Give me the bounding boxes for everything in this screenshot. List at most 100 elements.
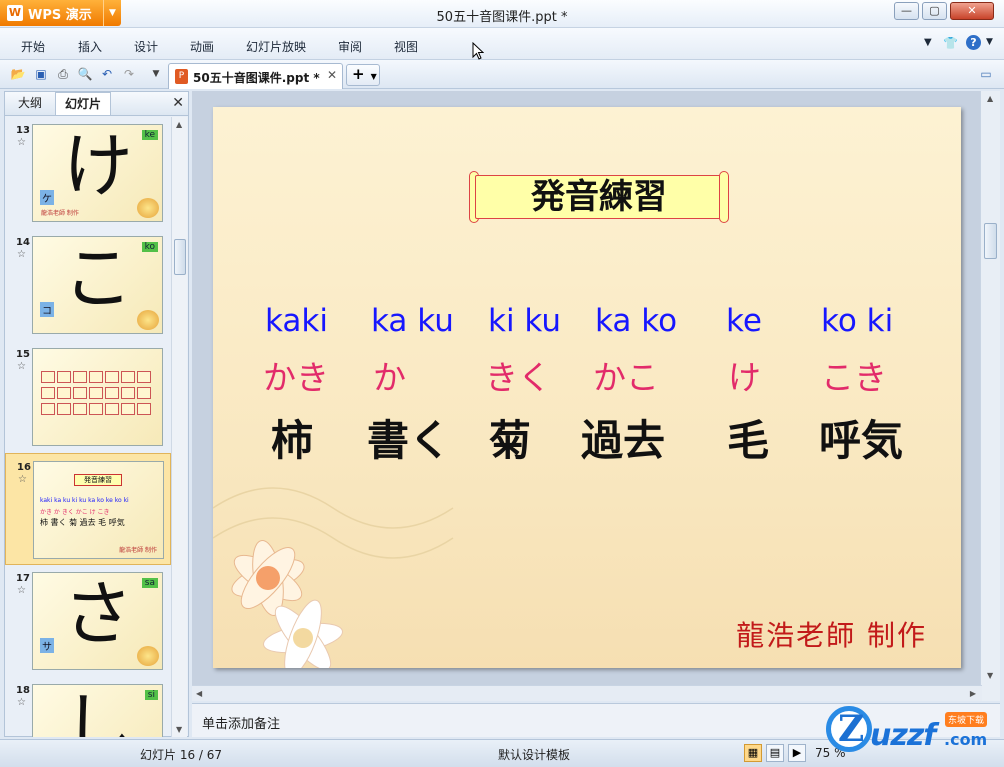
menu-bar: 开始 插入 设计 动画 幻灯片放映 审阅 视图 ▼ 👕 ? ▼ — [0, 28, 1004, 60]
normal-view-icon[interactable]: ▦ — [744, 744, 762, 762]
thumbnail-image: さ sa サ — [32, 572, 163, 670]
hiragana-cell: こき — [821, 358, 887, 397]
skin-icon[interactable]: 👕 — [943, 36, 958, 50]
kanji-cell: 菊 — [489, 416, 532, 465]
close-tab-icon[interactable]: ✕ — [327, 68, 337, 82]
document-tab-label: 50五十音图课件.ppt * — [193, 71, 320, 85]
chevron-down-icon[interactable]: ▼ — [371, 72, 377, 81]
slide-number: 15 — [16, 349, 30, 360]
print-preview-icon[interactable]: 🔍 — [77, 66, 93, 82]
thumbnail-image — [32, 348, 163, 446]
thumbnail-list: 13 ☆ け ke ケ 龍浩老師 制作 14 ☆ こ ko コ 15 ☆ 16 … — [5, 117, 171, 737]
chevron-down-icon[interactable]: ▼ — [924, 37, 932, 48]
chevron-down-icon[interactable]: ▼ — [986, 37, 993, 47]
thumbnail-slide-17[interactable]: 17 ☆ さ sa サ — [5, 565, 171, 677]
slides-panel: 大纲 幻灯片 ✕ 13 ☆ け ke ケ 龍浩老師 制作 14 ☆ こ ko コ — [4, 91, 189, 737]
thumbnail-hiragana-line: かき か きく かこ け こき — [40, 509, 110, 516]
new-tab-button[interactable]: + ▼ — [346, 64, 380, 86]
kanji-cell: 書く — [367, 416, 452, 465]
thumbnail-romaji: sa — [141, 578, 158, 588]
window-title: 50五十音图课件.ppt * — [436, 10, 568, 25]
slide-number: 13 — [16, 125, 30, 136]
tab-outline[interactable]: 大纲 — [9, 92, 51, 115]
hiragana-cell: かこ — [593, 358, 659, 397]
romaji-cell: kaki — [265, 303, 328, 339]
customize-toolbar-icon[interactable]: ▼ — [148, 66, 164, 82]
thumbnail-romaji: si — [144, 690, 158, 700]
quick-access-toolbar: 📂 ▣ ⎙ 🔍 ↶ ↷ ▼ ▭ — [0, 60, 1004, 89]
slide-counter: 幻灯片 16 / 67 — [140, 748, 223, 762]
help-icon[interactable]: ? — [966, 35, 981, 50]
save-icon[interactable]: ▣ — [33, 66, 49, 82]
vertical-scrollbar[interactable]: ▲ ▼ — [980, 91, 1000, 701]
thumbnail-slide-13[interactable]: 13 ☆ け ke ケ 龍浩老師 制作 — [5, 117, 171, 229]
slideshow-icon[interactable]: ▶ — [788, 744, 806, 762]
thumbnail-slide-14[interactable]: 14 ☆ こ ko コ — [5, 229, 171, 341]
menu-design[interactable]: 设计 — [134, 38, 158, 55]
horizontal-scrollbar[interactable]: ◀ ▶ — [192, 685, 982, 701]
redo-icon[interactable]: ↷ — [121, 66, 137, 82]
thumbnail-signature: 龍浩老師 制作 — [119, 547, 157, 554]
thumbnail-kana: し — [63, 685, 133, 737]
thumbnail-kana: さ — [63, 573, 133, 655]
menu-animation[interactable]: 动画 — [190, 38, 214, 55]
scroll-left-icon[interactable]: ◀ — [196, 689, 202, 698]
menu-home[interactable]: 开始 — [21, 38, 45, 55]
slide-editor: 発音練習 kaki ka ku ki ku ka ko ke ko ki かき … — [192, 91, 1000, 701]
title-scroll-banner[interactable]: 発音練習 — [469, 171, 729, 223]
scroll-up-icon[interactable]: ▲ — [176, 120, 182, 129]
watermark-suffix: .com — [944, 730, 988, 749]
chrysanthemum-decoration — [213, 487, 454, 668]
print-icon[interactable]: ⎙ — [55, 66, 71, 82]
scrollbar-thumb[interactable] — [984, 223, 997, 259]
document-tab[interactable]: P 50五十音图课件.ppt * ✕ — [168, 63, 343, 89]
logo-letter: Z — [838, 708, 865, 750]
thumbnail-title: 発音練習 — [74, 474, 122, 486]
scroll-down-icon[interactable]: ▼ — [176, 725, 182, 734]
romaji-cell: ke — [726, 303, 762, 339]
thumbnail-scrollbar[interactable]: ▲ ▼ — [171, 117, 187, 737]
undo-icon[interactable]: ↶ — [99, 66, 115, 82]
thumbnail-image: こ ko コ — [32, 236, 163, 334]
thumbnail-slide-18[interactable]: 18 ☆ し si — [5, 677, 171, 737]
kanji-cell: 毛 — [727, 416, 770, 465]
thumbnail-kanji-line: 柿 書く 菊 過去 毛 呼気 — [40, 518, 125, 527]
romaji-cell: ka ko — [595, 303, 678, 339]
slide-number: 18 — [16, 685, 30, 696]
scroll-up-icon[interactable]: ▲ — [987, 94, 993, 103]
current-slide[interactable]: 発音練習 kaki ka ku ki ku ka ko ke ko ki かき … — [213, 107, 961, 668]
scroll-right-icon[interactable]: ▶ — [970, 689, 976, 698]
transition-star-icon: ☆ — [17, 361, 26, 372]
menu-view[interactable]: 视图 — [394, 38, 418, 55]
menu-review[interactable]: 审阅 — [338, 38, 362, 55]
panel-tabs: 大纲 幻灯片 ✕ — [5, 92, 188, 116]
thumbnail-romaji: ko — [141, 242, 158, 252]
hiragana-cell: きく — [485, 358, 551, 397]
slide-title: 発音練習 — [531, 177, 667, 217]
scroll-down-icon[interactable]: ▼ — [987, 671, 993, 680]
menu-slideshow[interactable]: 幻灯片放映 — [246, 38, 306, 55]
hiragana-cell: け — [728, 358, 761, 397]
hiragana-row: かき か きく かこ け こき — [263, 351, 943, 397]
minimize-button[interactable]: — — [894, 2, 919, 20]
uzzf-watermark-logo: Z uzzf 东坡下载 .com — [820, 700, 1000, 760]
menu-insert[interactable]: 插入 — [78, 38, 102, 55]
thumbnail-slide-15[interactable]: 15 ☆ — [5, 341, 171, 453]
flower-decoration — [137, 646, 159, 666]
tab-slides[interactable]: 幻灯片 — [55, 92, 112, 115]
close-icon[interactable]: ✕ — [172, 95, 184, 111]
thumbnail-slide-16[interactable]: 16 ☆ 発音練習 kaki ka ku ki ku ka ko ke ko k… — [5, 453, 171, 565]
kanji-row: 柿 書く 菊 過去 毛 呼気 — [263, 407, 943, 465]
thumbnail-katakana: ケ — [40, 190, 54, 205]
restore-panel-icon[interactable]: ▭ — [978, 66, 994, 82]
thumbnail-image: し si — [32, 684, 163, 737]
kana-grid — [41, 371, 154, 415]
slide-sorter-icon[interactable]: ▤ — [766, 744, 784, 762]
transition-star-icon: ☆ — [17, 249, 26, 260]
close-button[interactable]: ✕ — [950, 2, 994, 20]
romaji-row: kaki ka ku ki ku ka ko ke ko ki — [263, 303, 943, 347]
scrollbar-thumb[interactable] — [174, 239, 186, 275]
maximize-button[interactable]: ▢ — [922, 2, 947, 20]
kanji-cell: 過去 — [581, 416, 666, 465]
open-icon[interactable]: 📂 — [10, 66, 26, 82]
